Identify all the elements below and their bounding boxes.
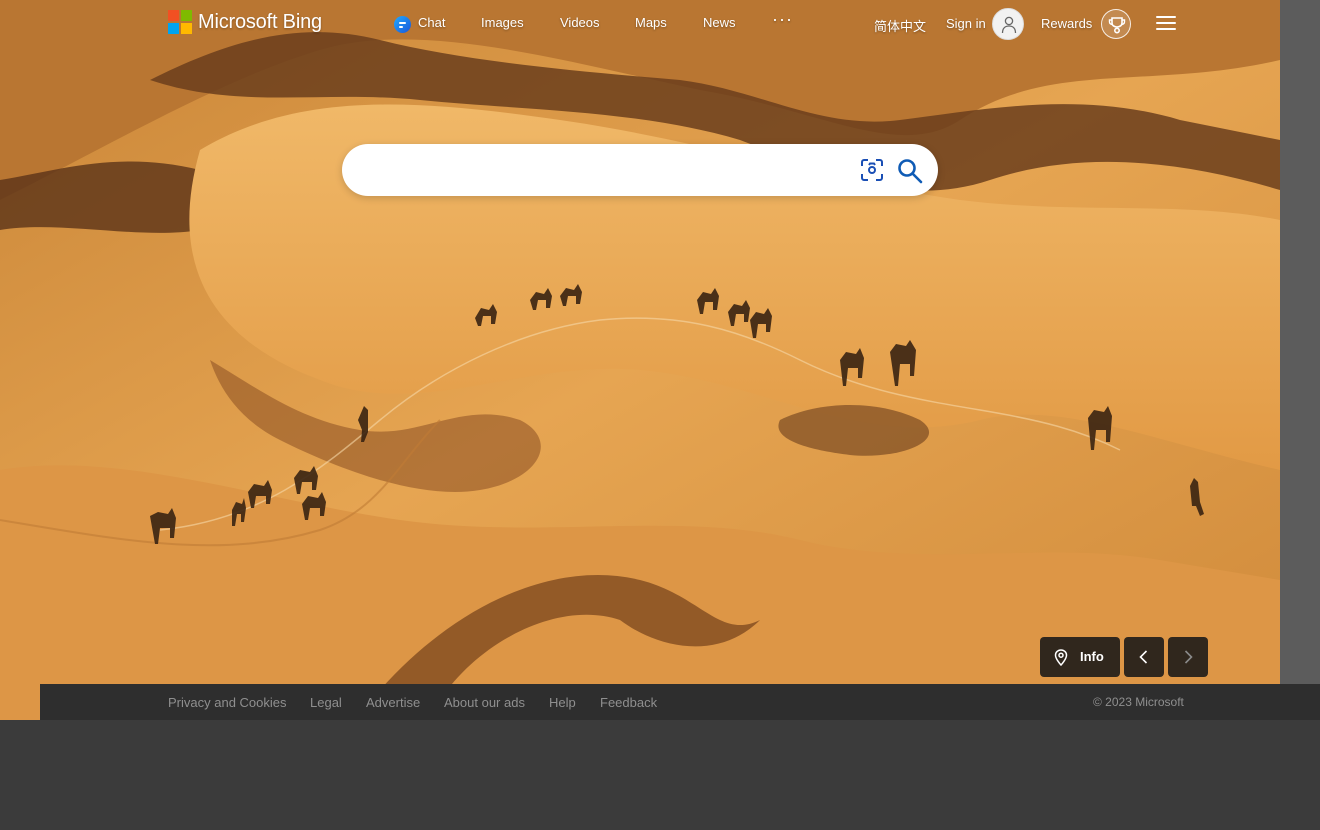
search-input[interactable]	[364, 156, 844, 184]
microsoft-logo-icon	[168, 10, 192, 34]
previous-image-button[interactable]	[1124, 637, 1164, 677]
nav-news[interactable]: News	[703, 15, 736, 30]
top-header: Microsoft Bing Chat Images Videos Maps N…	[0, 0, 1280, 48]
footer-about-ads-link[interactable]: About our ads	[444, 695, 525, 710]
location-pin-icon	[1054, 649, 1068, 666]
chat-icon[interactable]	[394, 16, 411, 33]
copyright: © 2023 Microsoft	[1093, 695, 1184, 709]
bing-logo[interactable]: Microsoft Bing	[168, 10, 322, 34]
chevron-left-icon	[1139, 650, 1148, 664]
footer-privacy-link[interactable]: Privacy and Cookies	[168, 695, 287, 710]
footer-help-link[interactable]: Help	[549, 695, 576, 710]
search-box	[342, 144, 938, 196]
rewards-link[interactable]: Rewards	[1041, 16, 1092, 31]
info-label: Info	[1080, 649, 1104, 664]
nav-more-button[interactable]: ···	[772, 9, 793, 30]
visual-search-icon[interactable]	[860, 158, 884, 182]
scrollbar[interactable]	[1280, 0, 1320, 684]
rewards-trophy-icon[interactable]	[1101, 9, 1131, 39]
footer-advertise-link[interactable]: Advertise	[366, 695, 420, 710]
language-switch[interactable]: 简体中文	[874, 16, 926, 35]
brand-name: Microsoft Bing	[198, 10, 322, 33]
chevron-right-icon	[1184, 650, 1193, 664]
hamburger-menu-icon[interactable]	[1156, 16, 1176, 32]
nav-images[interactable]: Images	[481, 15, 524, 30]
nav-maps[interactable]: Maps	[635, 15, 667, 30]
footer-legal-link[interactable]: Legal	[310, 695, 342, 710]
search-icon[interactable]	[896, 157, 924, 185]
user-avatar-icon[interactable]	[992, 8, 1024, 40]
next-image-button[interactable]	[1168, 637, 1208, 677]
footer: Privacy and Cookies Legal Advertise Abou…	[40, 684, 1320, 720]
nav-videos[interactable]: Videos	[560, 15, 600, 30]
sign-in-link[interactable]: Sign in	[946, 16, 986, 31]
desert-camels-image	[0, 0, 1280, 720]
footer-feedback-link[interactable]: Feedback	[600, 695, 657, 710]
nav-chat[interactable]: Chat	[418, 15, 445, 30]
info-button[interactable]: Info	[1040, 637, 1120, 677]
background-image	[0, 0, 1280, 720]
